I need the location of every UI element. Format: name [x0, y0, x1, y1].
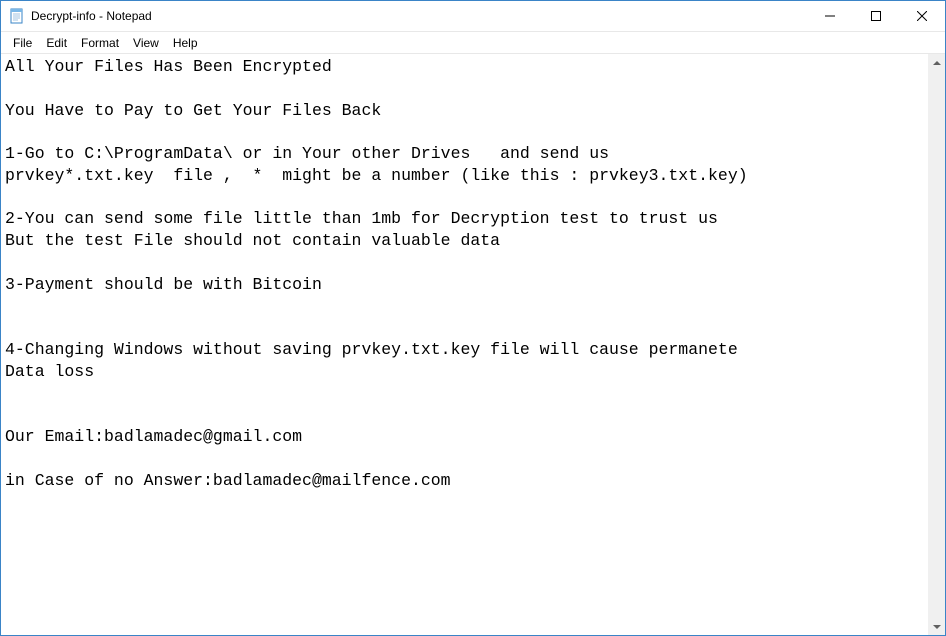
menubar: File Edit Format View Help [1, 32, 945, 53]
content-wrapper: All Your Files Has Been Encrypted You Ha… [1, 53, 945, 635]
scroll-down-button[interactable] [928, 618, 945, 635]
window-title: Decrypt-info - Notepad [31, 9, 807, 23]
menu-help[interactable]: Help [166, 34, 205, 52]
maximize-icon [871, 11, 881, 21]
window-controls [807, 1, 945, 31]
close-button[interactable] [899, 1, 945, 31]
menu-view[interactable]: View [126, 34, 166, 52]
close-icon [917, 11, 927, 21]
maximize-button[interactable] [853, 1, 899, 31]
vertical-scrollbar[interactable] [928, 54, 945, 635]
text-editor[interactable]: All Your Files Has Been Encrypted You Ha… [1, 54, 928, 635]
minimize-icon [825, 11, 835, 21]
scroll-up-button[interactable] [928, 54, 945, 71]
menu-format[interactable]: Format [74, 34, 126, 52]
menu-file[interactable]: File [6, 34, 39, 52]
chevron-up-icon [933, 59, 941, 67]
menu-edit[interactable]: Edit [39, 34, 74, 52]
minimize-button[interactable] [807, 1, 853, 31]
titlebar[interactable]: Decrypt-info - Notepad [1, 1, 945, 32]
chevron-down-icon [933, 623, 941, 631]
notepad-icon [9, 8, 25, 24]
